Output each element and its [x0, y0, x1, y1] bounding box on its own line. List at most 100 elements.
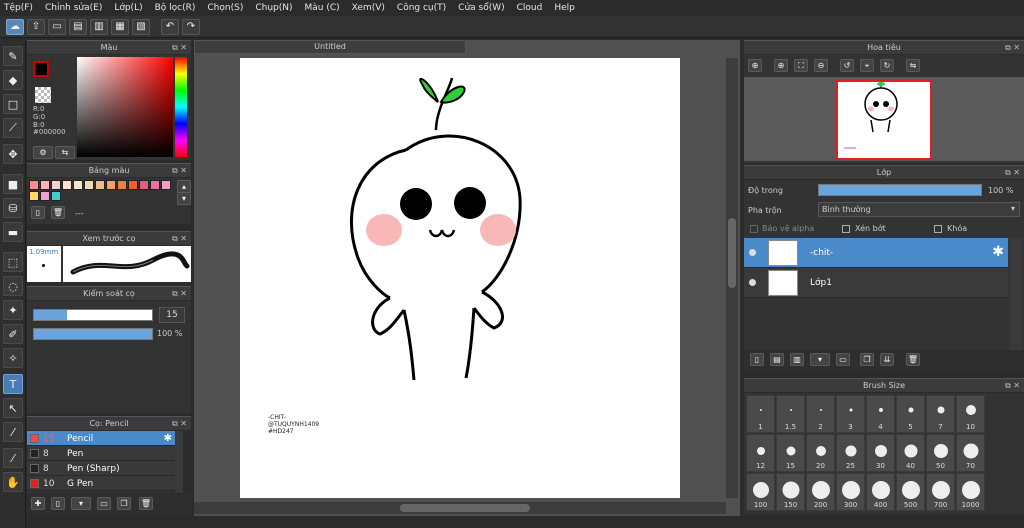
eye-icon[interactable] [749, 279, 756, 286]
palette-swatch[interactable] [150, 180, 160, 190]
palette-swatch[interactable] [95, 180, 105, 190]
canvas-paper[interactable]: -CHIT- @TUQUYNH1409 #HD247 [240, 58, 680, 498]
color-swap-icon[interactable]: ⇆ [55, 146, 75, 159]
zoom-out-icon[interactable]: ⊖ [814, 59, 828, 72]
delete-layer-icon[interactable]: 🗑 [906, 353, 920, 366]
canvas-vertical-scrollbar[interactable] [726, 58, 738, 498]
palette-down-icon[interactable]: ▾ [177, 192, 191, 205]
brush-size-cell[interactable]: 300 [836, 473, 865, 511]
panel-close-icon[interactable]: ⧉ ✕ [1005, 379, 1020, 392]
brush-size-cell[interactable]: 1000 [956, 473, 985, 511]
fit-icon[interactable]: ⛶ [794, 59, 808, 72]
brush-list-item[interactable]: 8 Pen [27, 446, 175, 461]
menu-view[interactable]: Xem(V) [352, 3, 385, 13]
eraser-tool-icon[interactable]: ◆ [3, 70, 23, 90]
document-tab[interactable]: Untitled [194, 40, 466, 54]
palette-swatch[interactable] [161, 180, 171, 190]
text-tool-icon[interactable]: T [3, 374, 23, 394]
new-brush-icon[interactable]: ▯ [51, 497, 65, 510]
new-halftone-layer-icon[interactable]: ▤ [770, 353, 784, 366]
brush-size-cell[interactable]: 12 [746, 434, 775, 472]
select-pen-tool-icon[interactable]: ✐ [3, 324, 23, 344]
menu-color[interactable]: Màu (C) [305, 3, 340, 13]
brush-size-cell[interactable]: 50 [926, 434, 955, 472]
duplicate-brush-icon[interactable]: ❐ [117, 497, 131, 510]
brush-size-cell[interactable]: 70 [956, 434, 985, 472]
brush-size-cell[interactable]: 5 [896, 395, 925, 433]
navigator-preview-area[interactable] [744, 77, 1024, 161]
operation-tool-icon[interactable]: ↖ [3, 398, 23, 418]
panel-close-icon[interactable]: ⧉ ✕ [172, 164, 187, 177]
new-layer-icon[interactable]: ▯ [750, 353, 764, 366]
brush-size-cell[interactable]: 25 [836, 434, 865, 472]
navigator-viewport[interactable] [836, 80, 932, 160]
palette-swatch[interactable] [139, 180, 149, 190]
brush-size-cell[interactable]: 2 [806, 395, 835, 433]
hand-tool-icon[interactable]: ✋ [3, 472, 23, 492]
brush-size-cell[interactable]: 20 [806, 434, 835, 472]
menu-tools[interactable]: Công cụ(T) [397, 3, 446, 13]
brush-folder-icon[interactable]: ▭ [97, 497, 111, 510]
palette-swatch[interactable] [40, 180, 50, 190]
brush-size-value[interactable]: 15 [159, 307, 185, 323]
foreground-color-swatch[interactable] [33, 61, 49, 77]
undo-icon[interactable]: ↶ [161, 18, 179, 35]
menu-select[interactable]: Chọn(S) [207, 3, 243, 13]
menu-help[interactable]: Help [554, 3, 575, 13]
brush-size-cell[interactable]: 700 [926, 473, 955, 511]
color-settings-icon[interactable]: ⚙ [33, 146, 53, 159]
eye-icon[interactable] [749, 249, 756, 256]
palette-swatch[interactable] [51, 191, 61, 201]
brush-size-cell[interactable]: 15 [776, 434, 805, 472]
flip-icon[interactable]: ⇋ [906, 59, 920, 72]
reset-view-icon[interactable]: ⌖ [860, 59, 874, 72]
zoom-in-icon[interactable]: ⊕ [748, 59, 762, 72]
scroll-thumb[interactable] [400, 504, 530, 512]
brush-size-cell[interactable]: 200 [806, 473, 835, 511]
fill-rect-tool-icon[interactable]: ■ [3, 174, 23, 194]
panel-close-icon[interactable]: ⧉ ✕ [172, 417, 187, 430]
hue-slider[interactable] [175, 57, 187, 157]
cloud-icon[interactable]: ☁ [6, 18, 24, 35]
layer-opacity-slider[interactable] [818, 184, 982, 196]
brush-tool-icon[interactable]: ✎ [3, 46, 23, 66]
palette-swatch[interactable] [51, 180, 61, 190]
palette-swatch[interactable] [128, 180, 138, 190]
redo-icon[interactable]: ↷ [182, 18, 200, 35]
brush-size-cell[interactable]: 150 [776, 473, 805, 511]
palette-swatch[interactable] [29, 191, 39, 201]
palette-swatch[interactable] [84, 180, 94, 190]
delete-brush-icon[interactable]: 🗑 [139, 497, 153, 510]
zoom-in-alt-icon[interactable]: ⊕ [774, 59, 788, 72]
magic-wand-tool-icon[interactable]: ✦ [3, 300, 23, 320]
lasso-tool-icon[interactable]: ◌ [3, 276, 23, 296]
brush-menu-icon[interactable]: ▾ [71, 497, 91, 510]
new-8bit-layer-icon[interactable]: ▥ [790, 353, 804, 366]
menu-filter[interactable]: Bộ lọc(R) [155, 3, 196, 13]
brush-size-cell[interactable]: 500 [896, 473, 925, 511]
layer-folder-icon[interactable]: ▭ [836, 353, 850, 366]
brush-list-item[interactable]: 10 G Pen [27, 476, 175, 491]
brush-size-cell[interactable]: 100 [746, 473, 775, 511]
duplicate-layer-icon[interactable]: ❐ [860, 353, 874, 366]
panel-close-icon[interactable]: ⧉ ✕ [1005, 41, 1020, 54]
brush-size-cell[interactable]: 7 [926, 395, 955, 433]
select-eraser-tool-icon[interactable]: ✧ [3, 348, 23, 368]
panel-close-icon[interactable]: ⧉ ✕ [1005, 166, 1020, 179]
move-tool-icon[interactable]: ✥ [3, 144, 23, 164]
brush-size-cell[interactable]: 30 [866, 434, 895, 472]
palette-swatch[interactable] [73, 180, 83, 190]
canvas-horizontal-scrollbar[interactable] [194, 502, 726, 514]
palette-swatch[interactable] [106, 180, 116, 190]
blend-mode-select[interactable]: Bình thường ▾ [818, 202, 1020, 217]
clipping-checkbox[interactable] [842, 225, 850, 233]
comment-icon[interactable]: ▭ [48, 18, 66, 35]
menu-capture[interactable]: Chụp(N) [255, 3, 292, 13]
delete-palette-icon[interactable]: 🗑 [51, 206, 65, 219]
document-icon[interactable]: ▤ [69, 18, 87, 35]
gear-icon[interactable]: ✱ [164, 433, 172, 444]
add-brush-icon[interactable]: ✚ [31, 497, 45, 510]
menu-file[interactable]: Tệp(F) [4, 3, 33, 13]
saturation-value-picker[interactable] [77, 57, 173, 157]
menu-edit[interactable]: Chỉnh sửa(E) [45, 3, 102, 13]
